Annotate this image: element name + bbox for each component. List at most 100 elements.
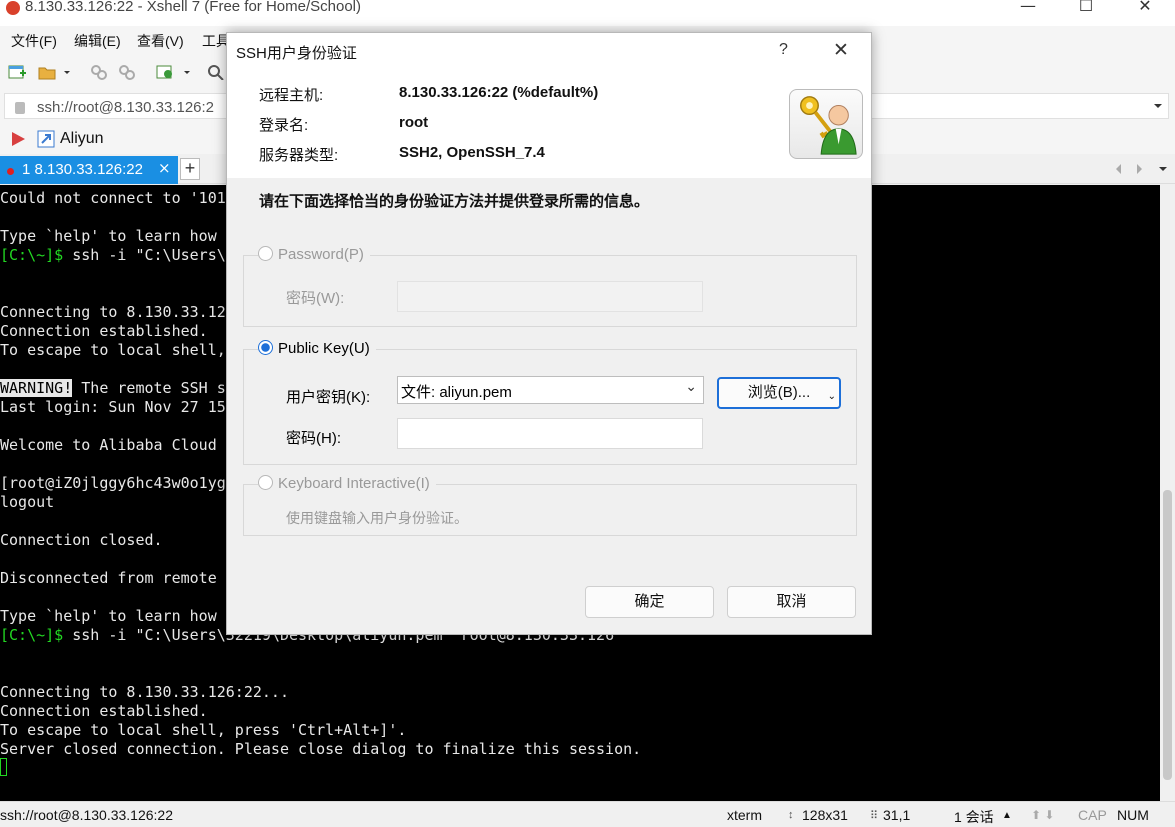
user-key-icon [789, 89, 863, 159]
session-status-icon [7, 168, 14, 175]
tab-list-dropdown-icon[interactable] [1158, 165, 1168, 173]
status-bar: ssh://root@8.130.33.126:22 xterm ↕ 128x3… [0, 801, 1175, 826]
status-address: ssh://root@8.130.33.126:22 [0, 807, 173, 823]
sessions-up-icon[interactable]: ▲ [1002, 810, 1012, 821]
new-session-icon[interactable] [8, 64, 26, 80]
password-option-label: Password(P) [278, 246, 364, 263]
menu-file[interactable]: 文件(F) [11, 31, 57, 51]
status-num: NUM [1117, 807, 1149, 823]
open-folder-icon[interactable] [38, 64, 56, 80]
dialog-close-button[interactable]: ✕ [833, 39, 849, 61]
terminal-line: WARNING! The remote SSH se [0, 379, 235, 398]
terminal-scrollbar[interactable] [1160, 185, 1175, 801]
tab-close-button[interactable]: × [158, 159, 171, 177]
keyboard-interactive-desc: 使用键盘输入用户身份验证。 [286, 510, 468, 526]
shell-prompt: [C:\~]$ [0, 246, 64, 264]
add-tab-button[interactable]: + [180, 158, 200, 180]
public-key-group: Public Key(U) 用户密钥(K): 文件: aliyun.pem ⌄ … [243, 340, 857, 465]
server-type-value: SSH2, OpenSSH_7.4 [399, 144, 545, 161]
cancel-button[interactable]: 取消 [727, 586, 856, 618]
terminal-line: logout [0, 493, 55, 511]
password-group: Password(P) 密码(W): [243, 246, 857, 327]
address-text: ssh://root@8.130.33.126:2 [37, 99, 215, 116]
terminal-line: Connection established. [0, 702, 208, 720]
session-tab-label: 1 8.130.33.126:22 [22, 161, 143, 178]
lock-icon [15, 102, 25, 114]
size-icon: ↕ [788, 809, 794, 821]
keyboard-interactive-group: Keyboard Interactive(I) 使用键盘输入用户身份验证。 [243, 475, 857, 536]
password-input[interactable] [397, 281, 703, 312]
disconnect-icon[interactable] [118, 64, 136, 80]
link-aliyun[interactable]: Aliyun [60, 130, 104, 148]
help-button[interactable]: ? [779, 41, 788, 59]
chevron-down-icon: ⌄ [685, 379, 697, 395]
shell-prompt: [C:\~]$ [0, 626, 64, 644]
user-key-label: 用户密钥(K): [286, 389, 371, 406]
terminal-line: Server closed connection. Please close d… [0, 740, 642, 758]
user-key-select[interactable]: 文件: aliyun.pem ⌄ [397, 376, 704, 404]
shell-command: ssh -i "C:\Users\3 [63, 246, 235, 264]
keyboard-interactive-radio[interactable] [258, 475, 273, 490]
position-icon: ⠿ [870, 810, 879, 822]
status-term-type: xterm [727, 807, 762, 823]
scrollbar-thumb[interactable] [1163, 490, 1172, 780]
remote-host-label: 远程主机: [259, 87, 324, 104]
chevron-down-icon[interactable] [182, 64, 192, 80]
public-key-radio[interactable] [258, 340, 273, 355]
close-window-button[interactable]: ✕ [1122, 0, 1168, 20]
link-arrow-icon [37, 130, 55, 148]
status-cap: CAP [1078, 807, 1107, 823]
server-type-label: 服务器类型: [259, 147, 339, 164]
browse-dropdown-icon[interactable]: ⌄ [828, 383, 836, 411]
terminal-line: Connecting to 8.130.33.126 [0, 303, 235, 321]
keyboard-interactive-label: Keyboard Interactive(I) [278, 475, 430, 492]
menu-edit[interactable]: 编辑(E) [74, 31, 121, 51]
links-flag-icon [12, 132, 25, 146]
browse-button[interactable]: 浏览(B)... ⌄ [717, 377, 841, 409]
terminal-line: Connection closed. [0, 531, 163, 549]
terminal-line: Welcome to Alibaba Cloud E [0, 436, 235, 454]
passphrase-label: 密码(H): [286, 430, 341, 447]
password-radio[interactable] [258, 246, 273, 261]
search-icon[interactable] [207, 64, 225, 80]
connect-icon[interactable] [90, 64, 108, 80]
terminal-line: Could not connect to '101. [0, 189, 235, 207]
password-option[interactable]: Password(P) [258, 246, 370, 263]
public-key-option[interactable]: Public Key(U) [258, 340, 376, 357]
session-tab[interactable]: 1 8.130.33.126:22 × [0, 156, 178, 184]
status-size: 128x31 [802, 807, 848, 823]
xshell-logo-icon [6, 1, 20, 15]
terminal-line: [root@iZ0jlggy6hc43w0o1yg2 [0, 474, 235, 492]
title-bar: 8.130.33.126:22 - Xshell 7 (Free for Hom… [0, 0, 1175, 26]
passphrase-input[interactable] [397, 418, 703, 449]
settings-icon[interactable] [156, 64, 174, 80]
terminal-line: Connecting to 8.130.33.126:22... [0, 683, 289, 701]
minimize-button[interactable]: — [1005, 0, 1051, 20]
terminal-line: Type `help' to learn how t [0, 607, 235, 625]
tab-scroll-arrows-icon[interactable] [1114, 163, 1144, 175]
ok-button[interactable]: 确定 [585, 586, 714, 618]
user-key-value: 文件: aliyun.pem [401, 384, 512, 401]
maximize-button[interactable]: ☐ [1063, 0, 1109, 20]
ssh-auth-dialog: SSH用户身份验证 ? ✕ 远程主机: 8.130.33.126:22 (%de… [226, 32, 872, 635]
browse-button-label: 浏览(B)... [747, 384, 811, 401]
terminal-line: Connection established. [0, 322, 208, 340]
status-arrows-icon: ⬆ ⬇ [1031, 808, 1055, 822]
password-field-label: 密码(W): [286, 290, 345, 307]
terminal-line: [C:\~]$ ssh -i "C:\Users\3 [0, 246, 235, 265]
status-sessions[interactable]: 1 会话 [954, 807, 994, 827]
remote-host-value: 8.130.33.126:22 (%default%) [399, 84, 599, 101]
status-position: 31,1 [883, 807, 911, 823]
address-dropdown-icon[interactable] [1153, 102, 1163, 110]
keyboard-interactive-option[interactable]: Keyboard Interactive(I) [258, 475, 436, 492]
public-key-option-label: Public Key(U) [278, 340, 370, 357]
terminal-line: To escape to local shell, [0, 341, 235, 359]
auth-instruction: 请在下面选择恰当的身份验证方法并提供登录所需的信息。 [259, 193, 650, 210]
terminal-line: Type `help' to learn how t [0, 227, 235, 245]
warning-label: WARNING! [0, 379, 73, 397]
terminal-line: To escape to local shell, press 'Ctrl+Al… [0, 721, 407, 739]
chevron-down-icon[interactable] [62, 64, 72, 80]
menu-view[interactable]: 查看(V) [137, 31, 184, 51]
window-title: 8.130.33.126:22 - Xshell 7 (Free for Hom… [25, 0, 362, 15]
login-label: 登录名: [259, 117, 309, 134]
